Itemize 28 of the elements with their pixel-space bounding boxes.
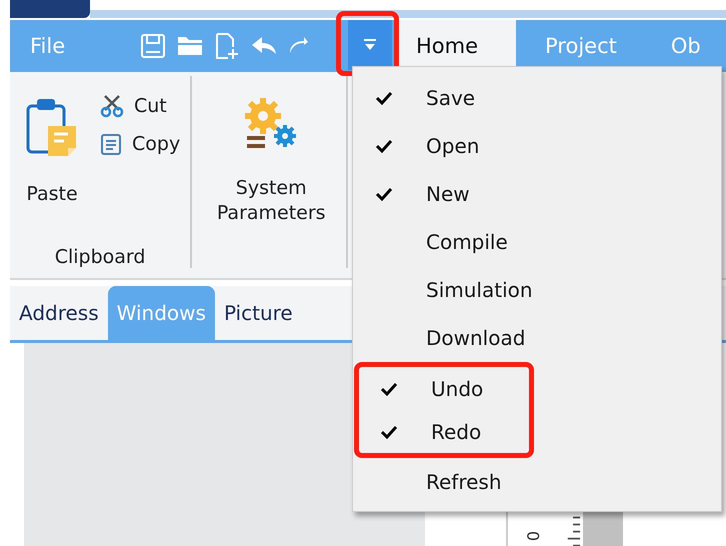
dropdown-icon: [363, 39, 377, 51]
small-button[interactable]: Cut: [100, 94, 180, 118]
folder-icon[interactable]: [176, 34, 204, 58]
panel-tab[interactable]: Address: [10, 286, 108, 340]
menu-item[interactable]: Redo: [361, 410, 529, 453]
menu-item[interactable]: Undo: [361, 367, 529, 410]
menu-item[interactable]: New: [356, 170, 721, 218]
menu-item[interactable]: Open: [356, 122, 721, 170]
small-button[interactable]: Copy: [100, 132, 180, 156]
menu-item[interactable]: Refresh: [356, 458, 721, 506]
menu-item[interactable]: Download: [356, 314, 721, 362]
group-label: Clipboard: [54, 246, 146, 268]
copy-icon: [100, 132, 122, 156]
large-button[interactable]: Paste: [24, 84, 80, 246]
quick-access-menu-button[interactable]: [348, 20, 392, 70]
menu-item[interactable]: Simulation: [356, 266, 721, 314]
scissors-icon: [100, 94, 124, 118]
button-label: Paste: [26, 182, 78, 207]
ruler-label: 0: [522, 530, 544, 544]
save-icon[interactable]: [140, 33, 166, 59]
button-label: System Parameters: [216, 176, 327, 226]
menu-item[interactable]: Compile: [356, 218, 721, 266]
panel-tab[interactable]: Picture: [214, 286, 302, 340]
button-label: Cut: [134, 95, 167, 117]
large-button[interactable]: System Parameters: [206, 84, 336, 246]
button-label: Copy: [132, 133, 180, 155]
new-document-icon[interactable]: [214, 32, 240, 60]
menu-item[interactable]: Save: [356, 74, 721, 122]
